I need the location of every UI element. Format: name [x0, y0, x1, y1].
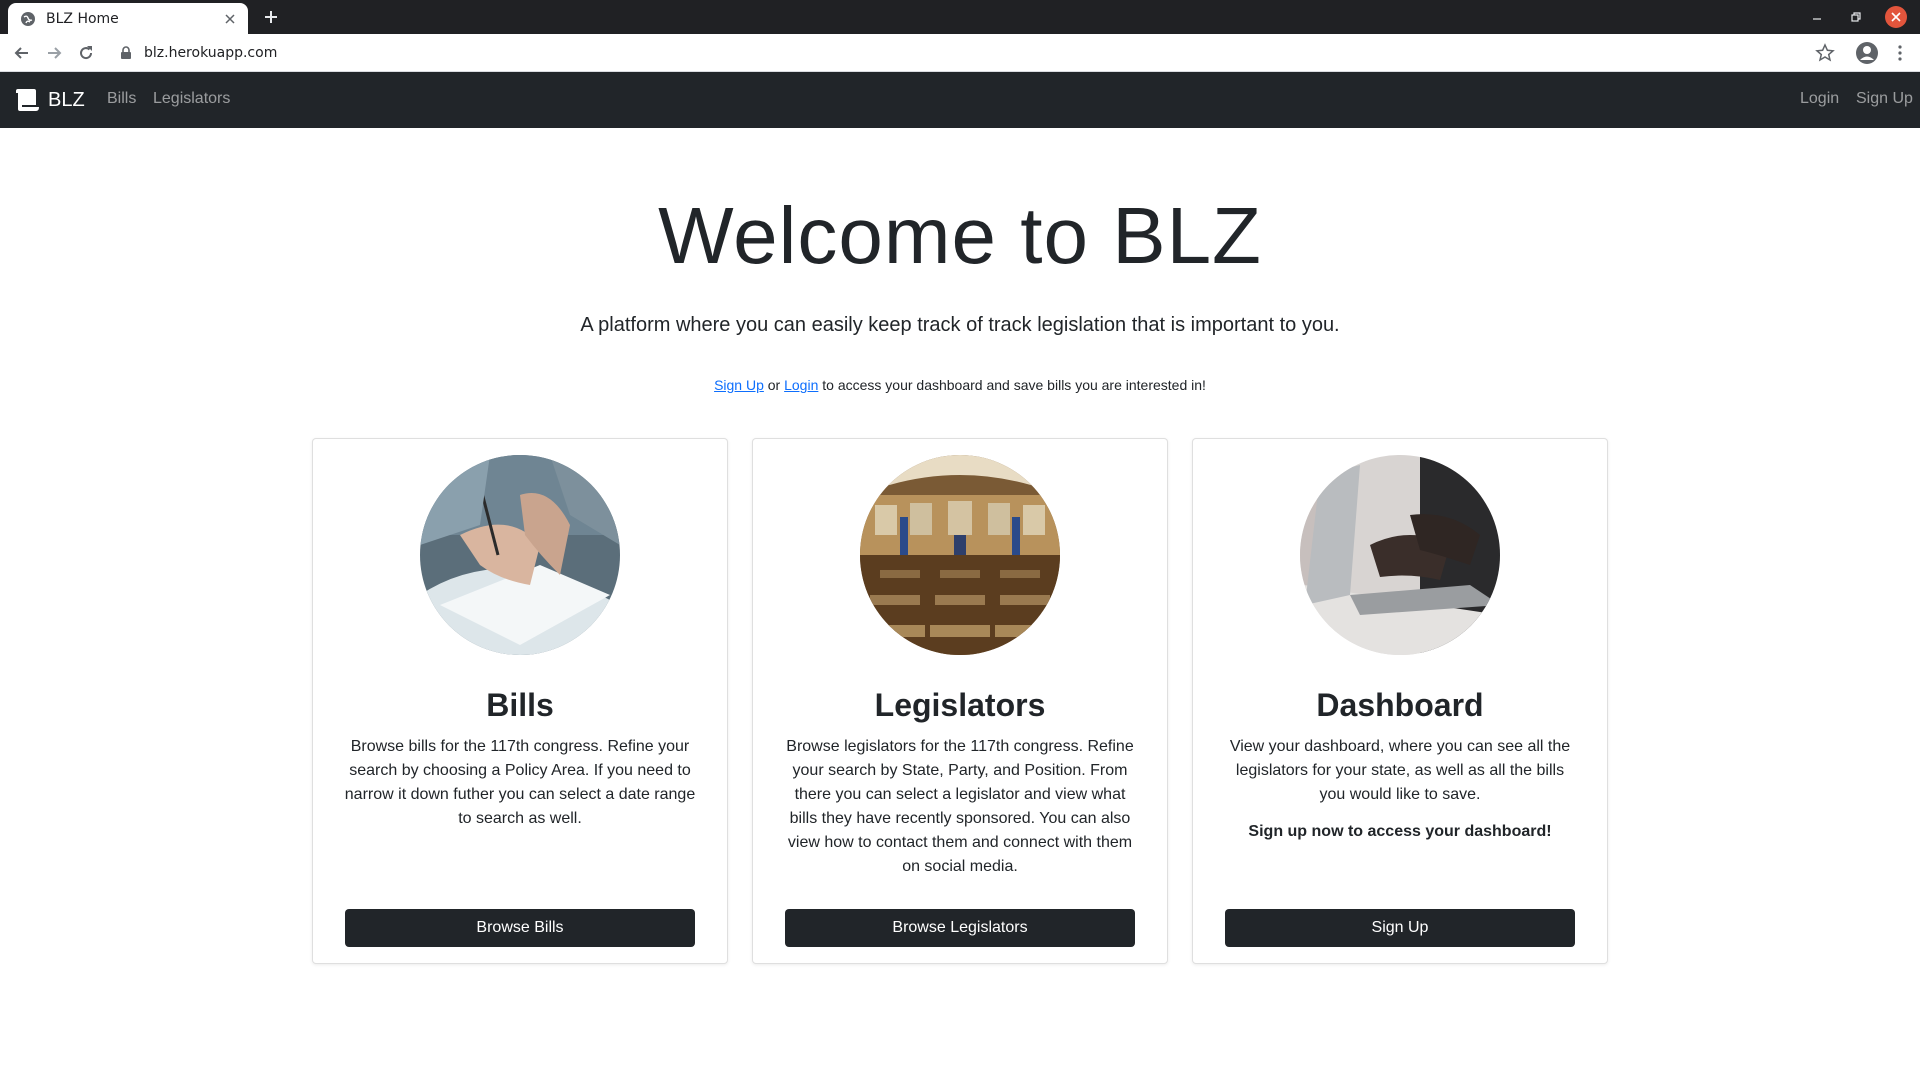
card-title-legislators: Legislators [874, 687, 1046, 723]
page-title: Welcome to BLZ [658, 191, 1262, 280]
card-signup-note: Sign up now to access your dashboard! [1248, 823, 1552, 840]
browse-bills-button[interactable]: Browse Bills [345, 909, 695, 947]
scroll-logo-icon [14, 88, 40, 112]
nav-link-legislators[interactable]: Legislators [153, 90, 230, 108]
dashboard-signup-button[interactable]: Sign Up [1225, 909, 1575, 947]
favicon-icon [20, 11, 36, 27]
restore-icon[interactable] [1846, 7, 1866, 27]
close-icon[interactable] [222, 11, 238, 27]
star-icon[interactable] [1815, 43, 1835, 63]
plus-icon[interactable] [260, 6, 282, 28]
site-navbar: BLZ Bills Legislators Login Sign Up [0, 72, 1920, 128]
tab-title: BLZ Home [46, 10, 119, 27]
browser-tab-strip: BLZ Home [0, 0, 1920, 34]
signup-link[interactable]: Sign Up [714, 377, 764, 393]
card-text-legislators: Browse legislators for the 117th congres… [786, 738, 1134, 875]
card-title-dashboard: Dashboard [1316, 687, 1484, 723]
cta-rest: to access your dashboard and save bills … [818, 377, 1206, 393]
lock-icon [120, 46, 132, 60]
brand-text: BLZ [48, 88, 85, 111]
typing-laptop-photo [1300, 455, 1500, 655]
card-text-bills: Browse bills for the 117th congress. Ref… [344, 738, 696, 827]
cta-or: or [763, 377, 785, 393]
address-bar[interactable]: blz.herokuapp.com [108, 38, 1828, 68]
brand-link[interactable]: BLZ [14, 86, 85, 114]
forward-icon[interactable] [44, 43, 64, 63]
signing-document-photo [420, 455, 620, 655]
nav-link-bills[interactable]: Bills [107, 90, 136, 108]
reload-icon[interactable] [76, 43, 96, 63]
url-text: blz.herokuapp.com [144, 45, 278, 61]
nav-link-signup[interactable]: Sign Up [1856, 90, 1913, 108]
account-icon[interactable] [1855, 41, 1879, 65]
nav-link-login[interactable]: Login [1800, 90, 1839, 108]
bills-card: Bills Browse bills for the 117th congres… [312, 438, 728, 964]
browse-legislators-button[interactable]: Browse Legislators [785, 909, 1135, 947]
kebab-menu-icon[interactable] [1890, 43, 1910, 63]
card-text-dashboard: View your dashboard, where you can see a… [1229, 738, 1571, 803]
browser-tab[interactable]: BLZ Home [8, 3, 248, 34]
dashboard-card: Dashboard View your dashboard, where you… [1192, 438, 1608, 964]
legislators-card: Legislators Browse legislators for the 1… [752, 438, 1168, 964]
hero-lead: A platform where you can easily keep tra… [580, 314, 1340, 336]
legislative-chamber-photo [860, 455, 1060, 655]
close-window-icon[interactable] [1885, 6, 1907, 28]
minimize-icon[interactable] [1807, 7, 1827, 27]
back-icon[interactable] [12, 43, 32, 63]
browser-toolbar: blz.herokuapp.com [0, 34, 1920, 72]
login-link[interactable]: Login [784, 377, 818, 393]
card-title-bills: Bills [486, 687, 554, 723]
hero-cta: Sign Up or Login to access your dashboar… [0, 377, 1920, 393]
